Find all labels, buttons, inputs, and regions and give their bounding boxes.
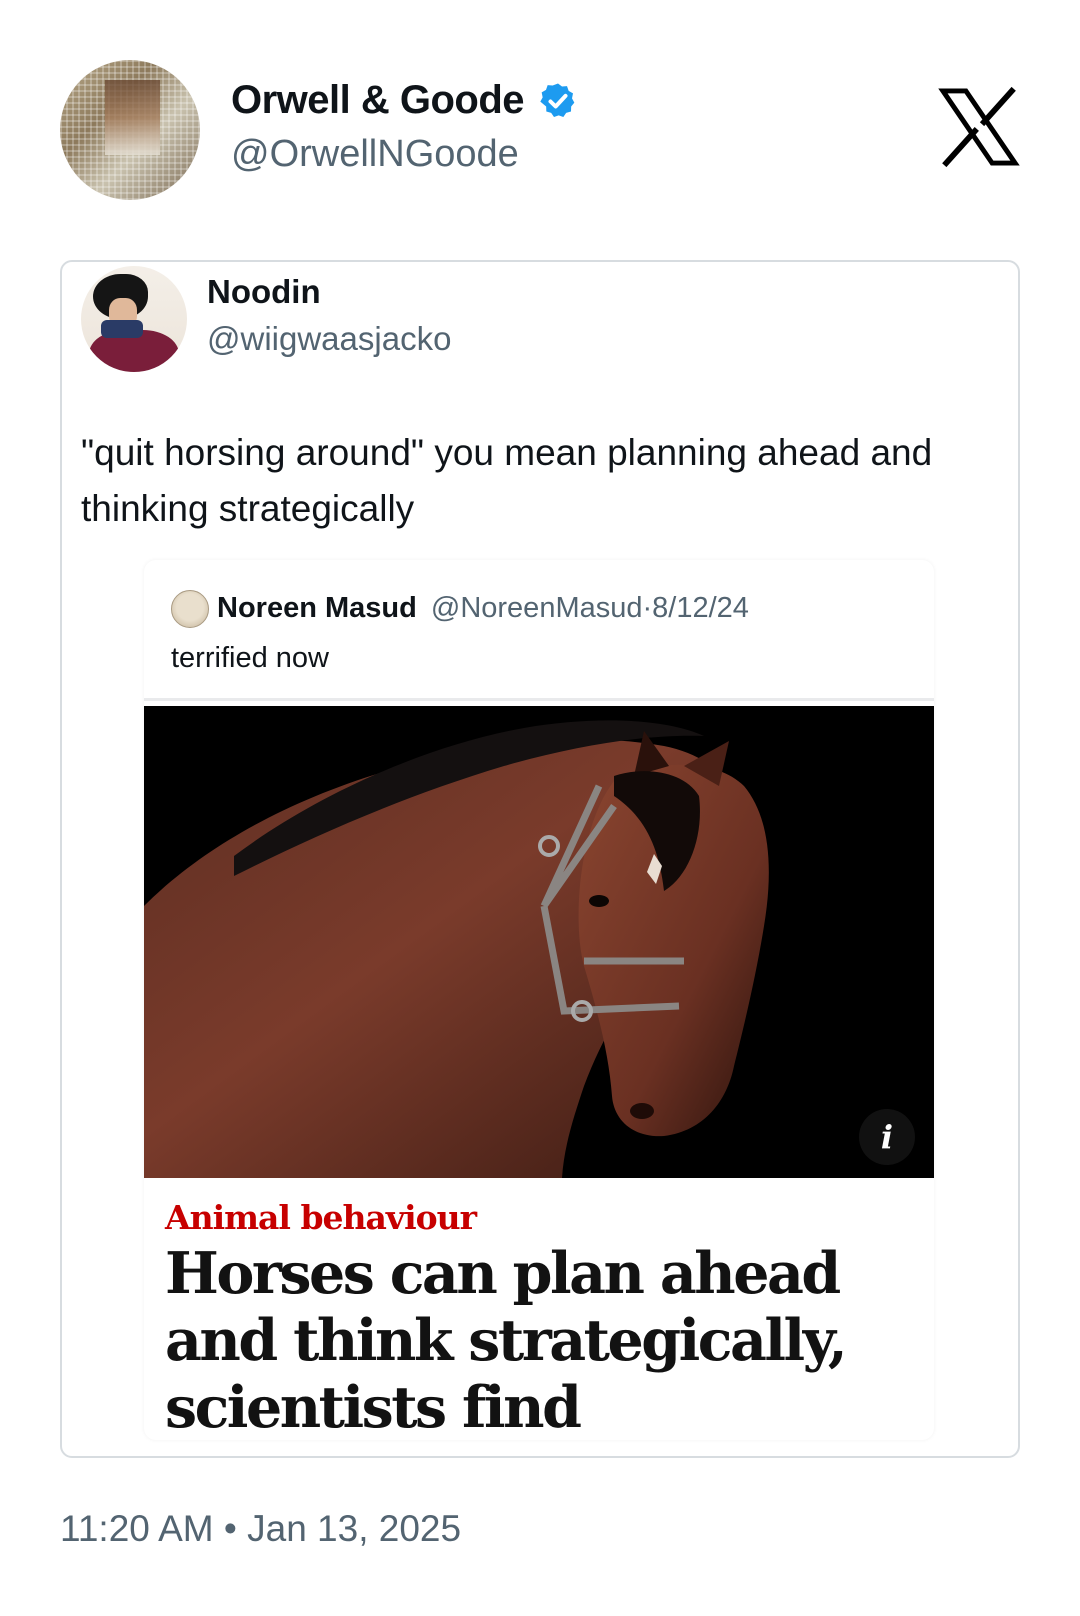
embedded-separator: · [642,592,653,624]
post-timestamp[interactable]: 11:20 AM • Jan 13, 2025 [60,1508,461,1550]
timestamp-separator: • [223,1508,237,1549]
author-name-row[interactable]: Orwell & Goode [231,78,578,123]
article-category: Animal behaviour [165,1198,477,1237]
embedded-date: 8/12/24 [652,592,749,624]
timestamp-date: Jan 13, 2025 [247,1508,462,1549]
embedded-author-avatar [171,590,209,628]
embedded-post-text: terrified now [171,642,329,674]
quoted-author-avatar[interactable] [81,266,187,372]
article-headline: Horses can plan ahead and think strategi… [165,1240,848,1441]
horse-photo[interactable] [144,706,934,1178]
x-logo-icon[interactable] [938,86,1020,168]
quoted-post-text: "quit horsing around" you mean planning … [81,432,933,529]
embedded-author-handle: @NoreenMasud [430,592,643,624]
author-avatar[interactable] [60,60,200,200]
author-name[interactable]: Orwell & Goode [231,78,525,123]
author-handle[interactable]: @OrwellNGoode [231,133,519,176]
divider [144,698,934,701]
timestamp-time: 11:20 AM [60,1508,214,1549]
embedded-post-header: Noreen Masud @NoreenMasud·8/12/24 [217,592,749,625]
avatar-image [105,80,160,155]
quoted-author-name[interactable]: Noodin [207,273,321,311]
quoted-author-handle[interactable]: @wiigwaasjacko [207,320,451,358]
verified-badge-icon [540,83,575,117]
info-button[interactable]: i [859,1109,915,1165]
embedded-author-name: Noreen Masud [217,592,417,624]
